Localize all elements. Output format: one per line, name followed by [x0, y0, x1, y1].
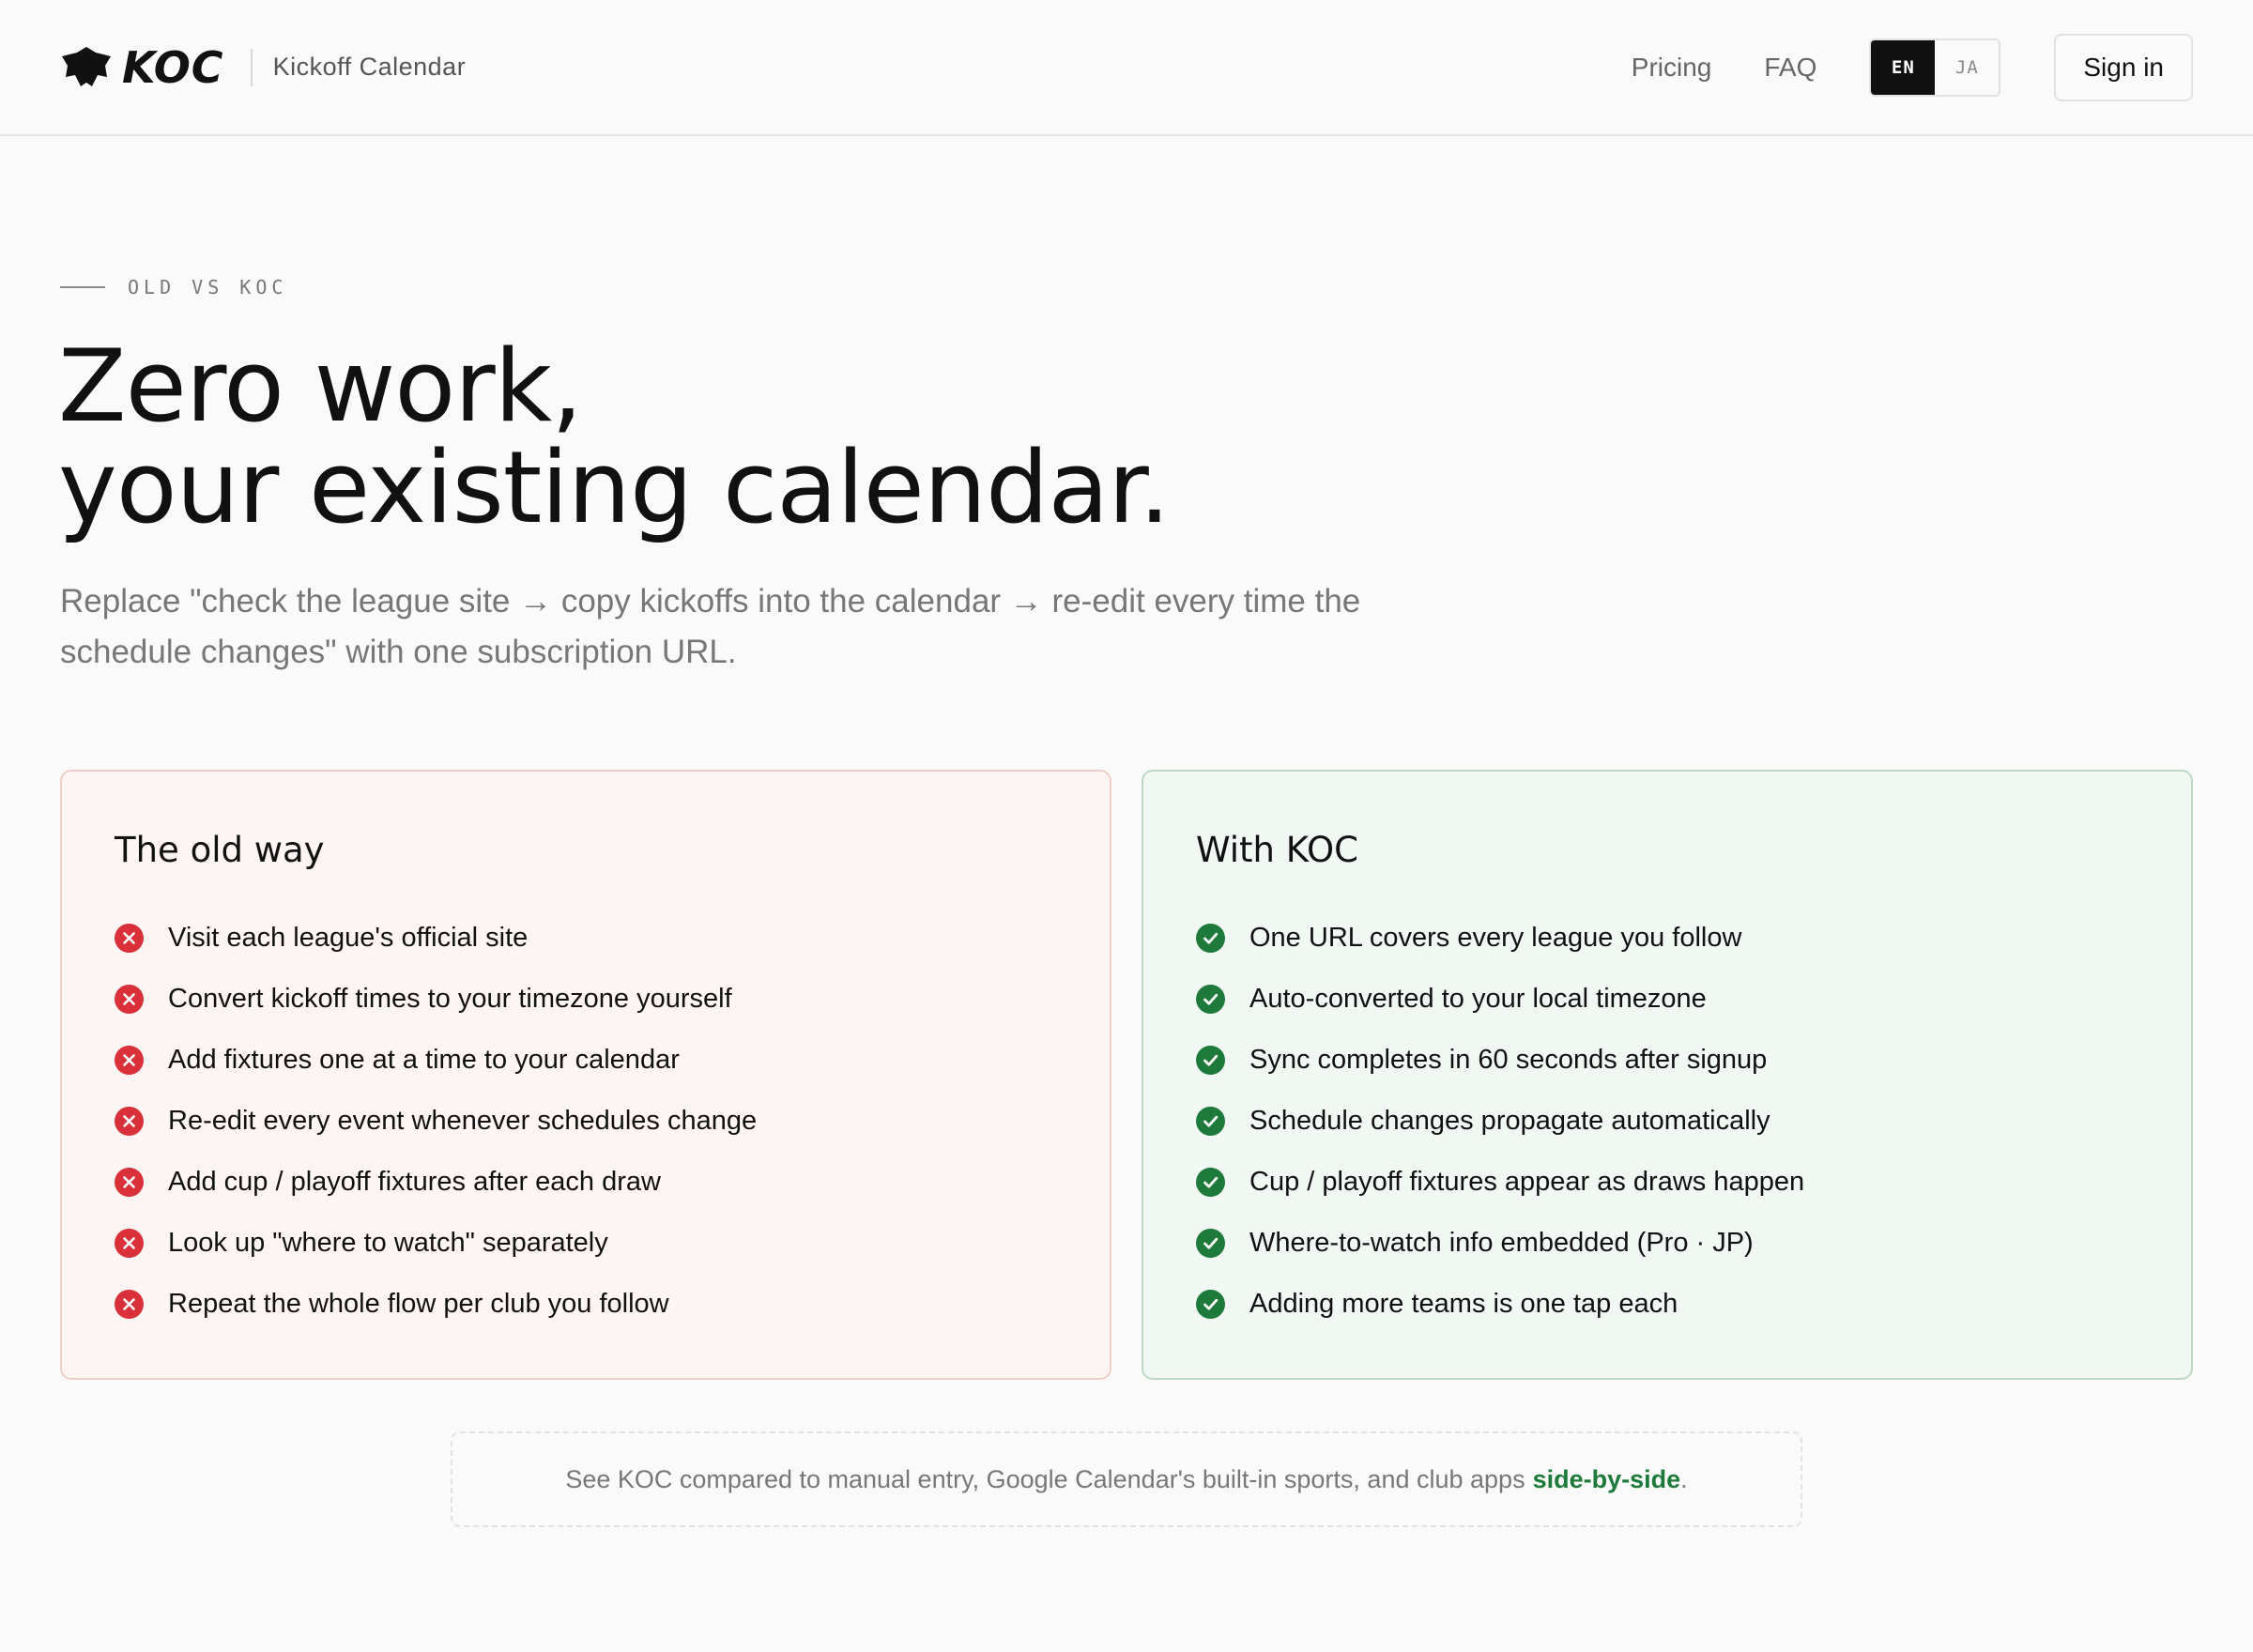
list-item: Convert kickoff times to your timezone y… — [115, 969, 1057, 1030]
check-circle-icon — [1196, 1168, 1225, 1197]
check-circle-icon — [1196, 1107, 1225, 1136]
check-circle-icon — [1196, 1229, 1225, 1258]
site-header: KOC Kickoff Calendar Pricing FAQ EN JA S… — [0, 0, 2253, 136]
comparison-footnote: See KOC compared to manual entry, Google… — [451, 1431, 1802, 1527]
list-item-label: Sync completes in 60 seconds after signu… — [1249, 1045, 1768, 1075]
check-circle-icon — [1196, 1290, 1225, 1319]
brand-name: KOC — [122, 41, 224, 93]
brand-logo[interactable]: KOC Kickoff Calendar — [60, 42, 466, 93]
list-item-label: One URL covers every league you follow — [1249, 923, 1742, 953]
x-circle-icon — [115, 1290, 144, 1319]
list-item: Add fixtures one at a time to your calen… — [115, 1030, 1057, 1091]
title-line-2: your existing calendar. — [58, 430, 1171, 545]
footnote-text: See KOC compared to manual entry, Google… — [565, 1464, 1525, 1493]
nav-pricing-link[interactable]: Pricing — [1632, 53, 1712, 83]
eyebrow-rule — [60, 286, 105, 288]
side-by-side-link[interactable]: side-by-side — [1533, 1465, 1681, 1494]
section-eyebrow: OLD VS KOC — [60, 276, 287, 298]
title-line-1: Zero work, — [58, 329, 583, 444]
list-item: One URL covers every league you follow — [1196, 908, 2138, 969]
list-item: Add cup / playoff fixtures after each dr… — [115, 1152, 1057, 1213]
list-item-label: Look up "where to watch" separately — [168, 1228, 608, 1258]
list-item: Sync completes in 60 seconds after signu… — [1196, 1030, 2138, 1091]
brand-subtitle: Kickoff Calendar — [272, 53, 467, 81]
old-way-card: The old way Visit each league's official… — [60, 770, 1111, 1380]
x-circle-icon — [115, 1229, 144, 1258]
list-item-label: Schedule changes propagate automatically — [1249, 1106, 1770, 1136]
list-item-label: Adding more teams is one tap each — [1249, 1289, 1678, 1319]
list-item-label: Convert kickoff times to your timezone y… — [168, 984, 732, 1014]
list-item-label: Where-to-watch info embedded (Pro · JP) — [1249, 1228, 1754, 1258]
list-item: Visit each league's official site — [115, 908, 1057, 969]
with-koc-card: With KOC One URL covers every league you… — [1142, 770, 2193, 1380]
x-circle-icon — [115, 985, 144, 1014]
with-koc-list: One URL covers every league you follow A… — [1196, 908, 2138, 1335]
list-item: Re-edit every event whenever schedules c… — [115, 1091, 1057, 1152]
list-item-label: Add cup / playoff fixtures after each dr… — [168, 1167, 661, 1197]
x-circle-icon — [115, 924, 144, 953]
list-item: Cup / playoff fixtures appear as draws h… — [1196, 1152, 2138, 1213]
sign-in-button[interactable]: Sign in — [2054, 33, 2193, 101]
check-circle-icon — [1196, 985, 1225, 1014]
list-item: Look up "where to watch" separately — [115, 1213, 1057, 1274]
top-nav: Pricing FAQ EN JA Sign in — [1632, 33, 2193, 101]
eyebrow-label: OLD VS KOC — [128, 276, 288, 298]
old-way-title: The old way — [115, 830, 325, 870]
list-item: Auto-converted to your local timezone — [1196, 969, 2138, 1030]
x-circle-icon — [115, 1046, 144, 1075]
lang-ja-button[interactable]: JA — [1935, 39, 2000, 95]
list-item-label: Repeat the whole flow per club you follo… — [168, 1289, 669, 1319]
list-item-label: Add fixtures one at a time to your calen… — [168, 1045, 680, 1075]
list-item-label: Re-edit every event whenever schedules c… — [168, 1106, 758, 1136]
list-item: Where-to-watch info embedded (Pro · JP) — [1196, 1213, 2138, 1274]
language-switcher: EN JA — [1869, 38, 2001, 97]
nav-faq-link[interactable]: FAQ — [1764, 53, 1816, 83]
list-item-label: Auto-converted to your local timezone — [1249, 984, 1707, 1014]
x-circle-icon — [115, 1107, 144, 1136]
list-item: Adding more teams is one tap each — [1196, 1274, 2138, 1335]
old-way-list: Visit each league's official site Conver… — [115, 908, 1057, 1335]
brand-divider — [250, 48, 253, 86]
list-item: Repeat the whole flow per club you follo… — [115, 1274, 1057, 1335]
page-title: Zero work, your existing calendar. — [58, 329, 1171, 545]
with-koc-title: With KOC — [1196, 830, 1358, 870]
footnote-end: . — [1680, 1464, 1688, 1493]
list-item-label: Visit each league's official site — [168, 923, 529, 953]
check-circle-icon — [1196, 1046, 1225, 1075]
lang-en-button[interactable]: EN — [1871, 39, 1936, 95]
check-circle-icon — [1196, 924, 1225, 953]
list-item-label: Cup / playoff fixtures appear as draws h… — [1249, 1167, 1805, 1197]
x-circle-icon — [115, 1168, 144, 1197]
list-item: Schedule changes propagate automatically — [1196, 1091, 2138, 1152]
hero-description: Replace "check the league site → copy ki… — [60, 583, 1361, 670]
koc-logo-icon — [62, 46, 111, 86]
